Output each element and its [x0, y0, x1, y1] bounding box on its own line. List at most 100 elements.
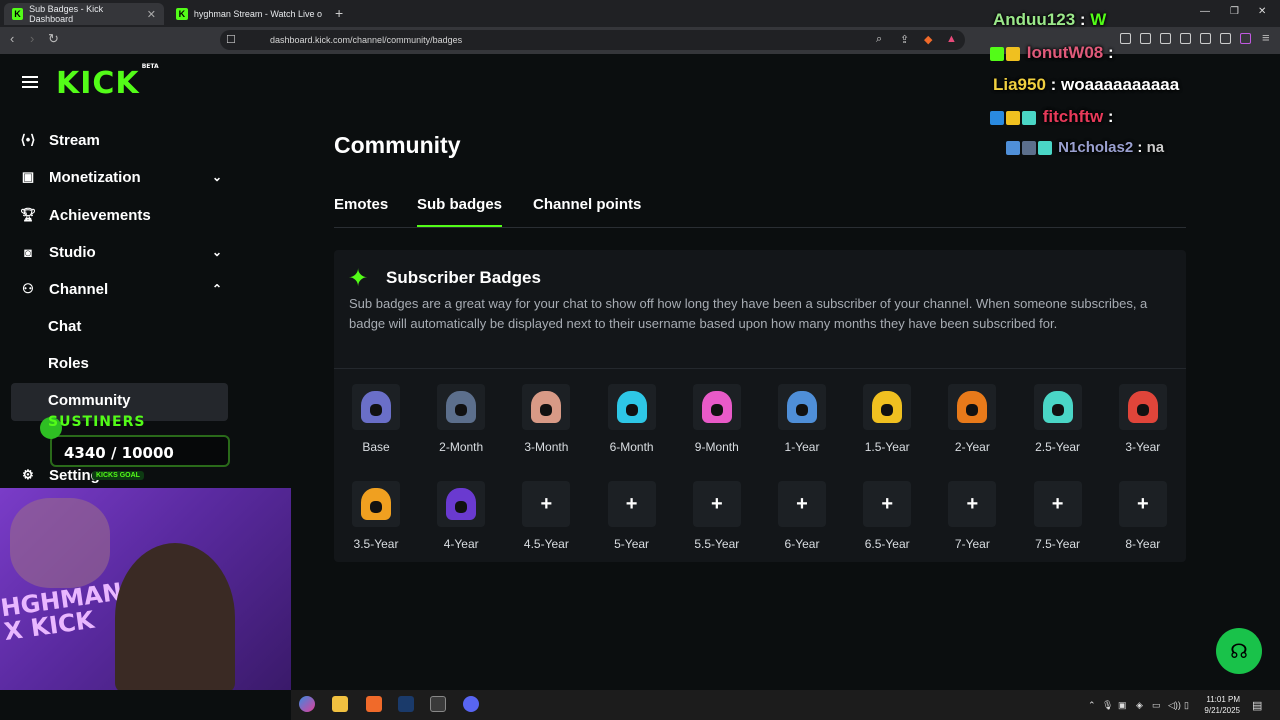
- copilot-icon[interactable]: [299, 696, 315, 712]
- chevron-up-icon[interactable]: ⌃: [1088, 700, 1096, 711]
- menu-icon[interactable]: ≡: [1262, 30, 1270, 45]
- bookmarks-icon[interactable]: [1140, 33, 1151, 44]
- battery-icon[interactable]: ▯: [1184, 700, 1189, 711]
- badge-image[interactable]: [352, 481, 400, 527]
- badge-item[interactable]: +6.5-Year: [847, 481, 927, 551]
- add-badge-button[interactable]: +: [863, 481, 912, 527]
- add-badge-button[interactable]: +: [1033, 481, 1082, 527]
- badge-item[interactable]: +5.5-Year: [677, 481, 757, 551]
- badge-image[interactable]: [948, 384, 997, 430]
- sidebar-item-stream[interactable]: ⟨•⟩ Stream: [20, 125, 230, 155]
- badge-item[interactable]: Base: [336, 384, 416, 454]
- vpn-icon[interactable]: [1220, 33, 1231, 44]
- badge-image[interactable]: [522, 384, 571, 430]
- restore-icon[interactable]: ❐: [1230, 6, 1239, 17]
- zoom-icon[interactable]: ⌕: [876, 33, 882, 46]
- badge-image[interactable]: [607, 384, 656, 430]
- microphone-icon[interactable]: 🎙︎: [1102, 700, 1113, 711]
- badge-item[interactable]: +4.5-Year: [506, 481, 586, 551]
- badge-item[interactable]: 4-Year: [421, 481, 501, 551]
- badge-item[interactable]: 1.5-Year: [847, 384, 927, 454]
- badge-item[interactable]: +8-Year: [1103, 481, 1183, 551]
- new-tab-icon[interactable]: +: [335, 5, 343, 21]
- sidebar-subitem-community[interactable]: Community: [48, 392, 131, 409]
- sidebar-item-label: Stream: [49, 131, 100, 149]
- chat-badge-icon: [1006, 141, 1020, 156]
- add-badge-button[interactable]: +: [607, 481, 656, 527]
- brave-rewards-icon[interactable]: ▲: [946, 33, 957, 45]
- kick-dashboard: KICK BETA ⟨•⟩ Stream ▣ Monetization ⌄ 🏆︎ …: [0, 10, 1280, 690]
- badge-item[interactable]: 3-Year: [1103, 384, 1183, 454]
- forward-icon[interactable]: ›: [30, 31, 34, 46]
- sidebar-item-achievements[interactable]: 🏆︎ Achievements: [20, 200, 230, 230]
- tray-app-icon[interactable]: ▣: [1118, 700, 1127, 711]
- badge-image[interactable]: [352, 384, 400, 430]
- badge-item[interactable]: 3.5-Year: [336, 481, 416, 551]
- support-chat-button[interactable]: ☊: [1216, 628, 1262, 674]
- tab-sub-badges[interactable]: Sub badges: [417, 196, 503, 227]
- add-badge-button[interactable]: +: [948, 481, 997, 527]
- notifications-icon[interactable]: ▤: [1252, 699, 1262, 712]
- badge-item[interactable]: 9-Month: [677, 384, 757, 454]
- badge-image[interactable]: [437, 481, 486, 527]
- badge-item[interactable]: 2-Year: [932, 384, 1012, 454]
- file-explorer-icon[interactable]: [332, 696, 348, 712]
- taskbar-clock[interactable]: 11:01 PM 9/21/2025: [1196, 694, 1240, 716]
- monster-badge-icon: [701, 391, 732, 423]
- tab-channel-points[interactable]: Channel points: [533, 196, 641, 225]
- badge-item[interactable]: 1-Year: [762, 384, 842, 454]
- extensions-icon[interactable]: [1200, 33, 1211, 44]
- badge-item[interactable]: +7-Year: [932, 481, 1012, 551]
- sidebar-item-studio[interactable]: ◙ Studio ⌄: [20, 237, 230, 267]
- tab-emotes[interactable]: Emotes: [334, 196, 388, 225]
- browser-tab-active[interactable]: K Sub Badges - Kick Dashboard ✕: [4, 3, 164, 25]
- hamburger-menu-icon[interactable]: [22, 76, 38, 88]
- badge-item[interactable]: +5-Year: [592, 481, 672, 551]
- sidebar-subitem-roles[interactable]: Roles: [48, 355, 89, 372]
- badge-item[interactable]: +6-Year: [762, 481, 842, 551]
- sidebar-subitem-chat[interactable]: Chat: [48, 318, 81, 335]
- brave-shield-icon[interactable]: ◆: [924, 33, 932, 46]
- badge-image[interactable]: [863, 384, 912, 430]
- sidebar-item-channel[interactable]: ⚇ Channel ⌃: [20, 274, 230, 304]
- chat-separator: :: [1045, 75, 1062, 94]
- add-badge-button[interactable]: +: [778, 481, 826, 527]
- network-icon[interactable]: ▭: [1152, 700, 1161, 711]
- address-bar[interactable]: ☐ dashboard.kick.com/channel/community/b…: [220, 30, 965, 50]
- profile-icon[interactable]: [1240, 33, 1251, 44]
- badge-item[interactable]: 2.5-Year: [1018, 384, 1098, 454]
- sidebar-item-monetization[interactable]: ▣ Monetization ⌄: [20, 162, 230, 192]
- volume-icon[interactable]: ◁)): [1168, 700, 1181, 711]
- close-tab-icon[interactable]: ✕: [147, 8, 156, 21]
- badge-image[interactable]: [778, 384, 826, 430]
- tray-app-icon[interactable]: ◈: [1136, 700, 1143, 711]
- steam-icon[interactable]: [398, 696, 414, 712]
- browser-tab[interactable]: K hyghman Stream - Watch Live on Kic: [168, 3, 330, 25]
- back-icon[interactable]: ‹: [10, 31, 14, 46]
- discord-icon[interactable]: [463, 696, 479, 712]
- downloads-icon[interactable]: [1120, 33, 1131, 44]
- badge-item[interactable]: 2-Month: [421, 384, 501, 454]
- reload-icon[interactable]: ↻: [48, 31, 59, 47]
- badge-image[interactable]: [1118, 384, 1167, 430]
- badge-image[interactable]: [1033, 384, 1082, 430]
- badge-item[interactable]: 3-Month: [506, 384, 586, 454]
- sidebar-icon[interactable]: [1160, 33, 1171, 44]
- wallet-icon[interactable]: [1180, 33, 1191, 44]
- xbox-icon[interactable]: [430, 696, 446, 712]
- badge-item[interactable]: +7.5-Year: [1018, 481, 1098, 551]
- add-badge-button[interactable]: +: [692, 481, 741, 527]
- add-badge-button[interactable]: +: [1118, 481, 1167, 527]
- kick-logo[interactable]: KICK BETA: [56, 63, 159, 101]
- badge-item[interactable]: 6-Month: [592, 384, 672, 454]
- badge-image[interactable]: [437, 384, 486, 430]
- close-window-icon[interactable]: ✕: [1258, 6, 1266, 17]
- add-badge-button[interactable]: +: [522, 481, 571, 527]
- bookmark-icon[interactable]: ☐: [226, 33, 236, 46]
- share-icon[interactable]: ⇪: [900, 33, 909, 46]
- minimize-icon[interactable]: —: [1200, 6, 1210, 17]
- badge-label: 4.5-Year: [523, 537, 569, 551]
- badge-label: 9-Month: [694, 440, 739, 454]
- brave-browser-icon[interactable]: [366, 696, 382, 712]
- badge-image[interactable]: [692, 384, 741, 430]
